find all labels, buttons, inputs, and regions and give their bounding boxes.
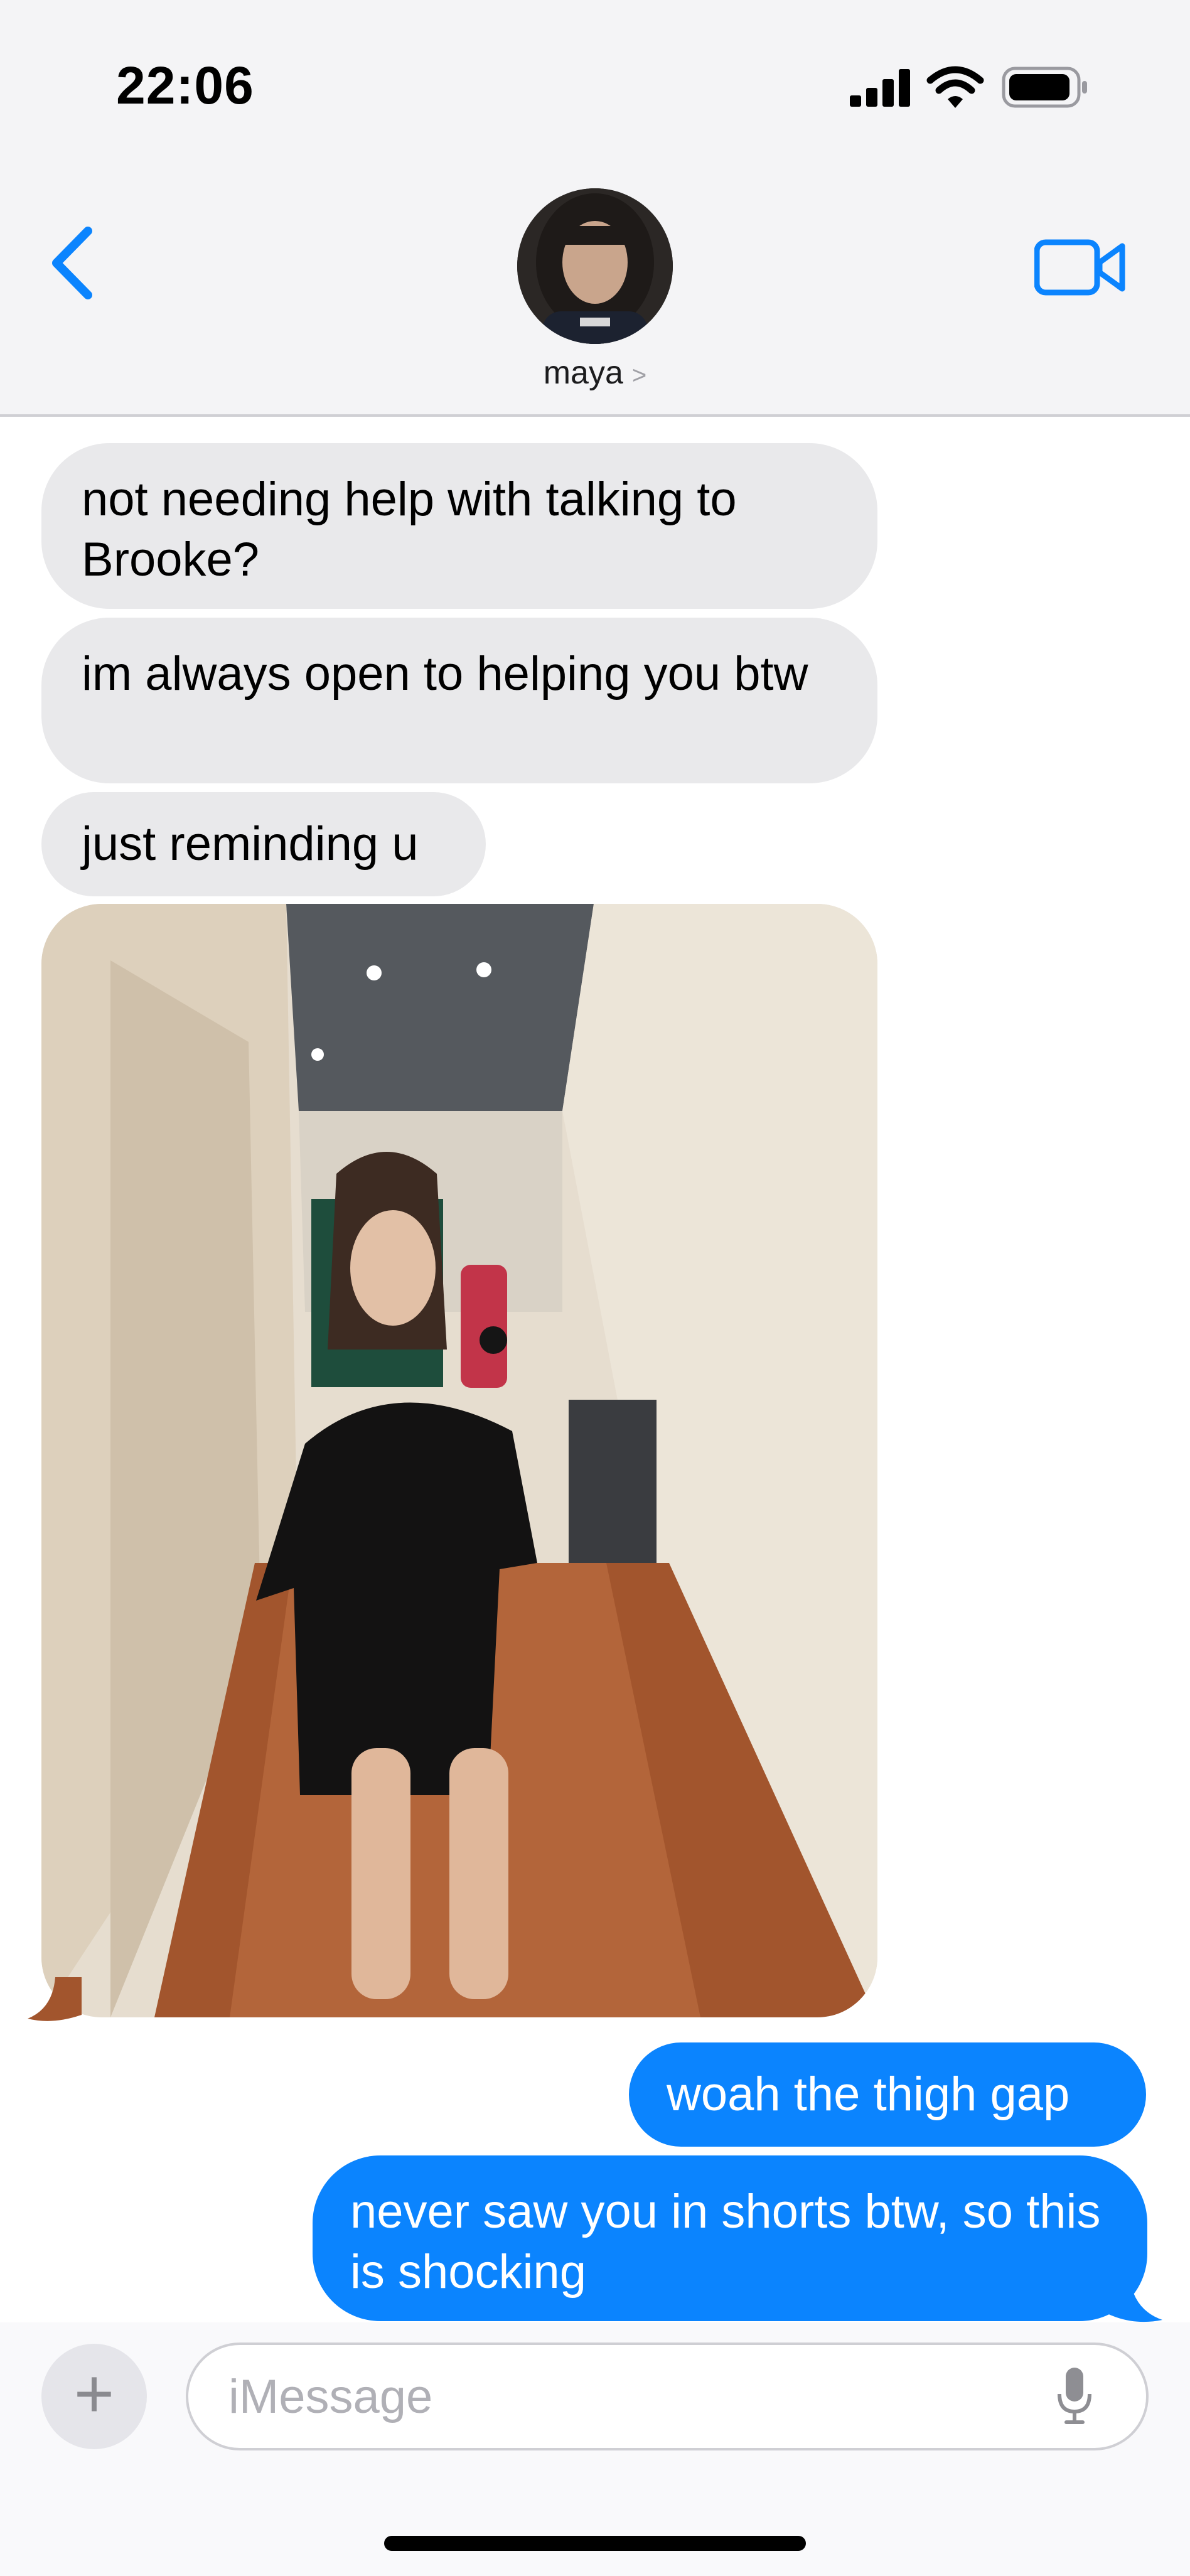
received-bubble-tail xyxy=(28,1977,82,2021)
contact-name-button[interactable]: maya > xyxy=(0,354,1190,392)
messages-screen: 22:06 maya > not needing help with talki… xyxy=(0,0,1190,2576)
sent-message[interactable]: never saw you in shorts btw, so this is … xyxy=(313,2155,1147,2321)
status-time: 22:06 xyxy=(116,56,254,115)
received-photo[interactable] xyxy=(41,904,877,2017)
avatar-photo xyxy=(517,188,673,344)
add-attachment-button[interactable]: + xyxy=(41,2344,147,2449)
conversation-header: 22:06 maya > xyxy=(0,0,1190,417)
signal-icon xyxy=(850,69,910,107)
sent-message[interactable]: woah the thigh gap xyxy=(629,2042,1146,2147)
message-input[interactable] xyxy=(186,2343,1149,2450)
microphone-icon[interactable] xyxy=(1056,2366,1093,2427)
chevron-right-icon: > xyxy=(631,362,647,389)
video-camera-icon[interactable] xyxy=(1034,239,1127,296)
sent-bubble-tail xyxy=(1105,2277,1162,2322)
contact-name: maya xyxy=(543,355,623,391)
battery-icon xyxy=(1002,67,1087,108)
received-message[interactable]: just reminding u xyxy=(41,792,486,896)
contact-avatar[interactable] xyxy=(517,188,673,344)
received-message[interactable]: im always open to helping you btw xyxy=(41,618,877,783)
back-button[interactable] xyxy=(41,222,107,304)
received-message[interactable]: not needing help with talking to Brooke? xyxy=(41,443,877,609)
photo-image xyxy=(41,904,877,2017)
plus-icon: + xyxy=(73,2355,115,2432)
wifi-icon xyxy=(926,66,984,108)
home-indicator[interactable] xyxy=(384,2536,806,2551)
